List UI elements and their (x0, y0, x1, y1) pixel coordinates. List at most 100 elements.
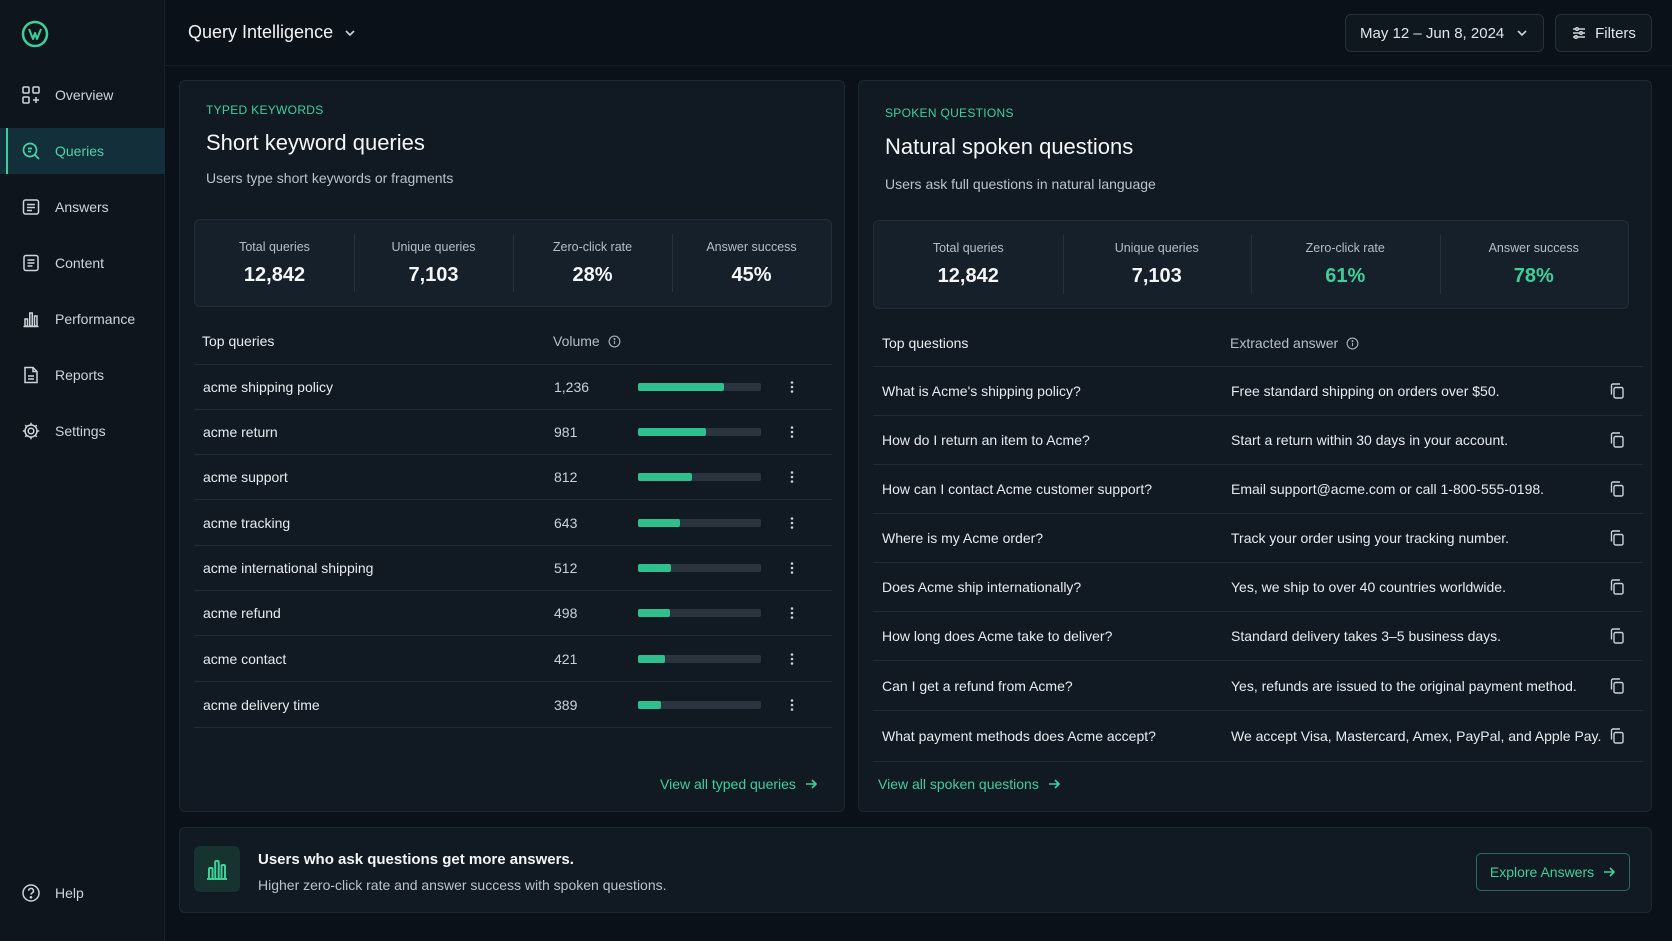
stat-value: 78% (1513, 265, 1554, 287)
view-all-spoken-label: View all spoken questions (878, 776, 1039, 792)
copy-icon[interactable] (1608, 431, 1626, 449)
stat-value: 45% (731, 264, 772, 286)
volume-bar-fill (638, 473, 693, 481)
query-text: acme contact (203, 650, 287, 667)
sidebar-item-settings[interactable]: Settings (0, 408, 165, 454)
page-title: Query Intelligence (188, 22, 334, 42)
stat-value: 12,842 (937, 265, 999, 287)
query-text: acme refund (203, 605, 281, 621)
stat-label: Answer success (1488, 241, 1579, 255)
sidebar-item-reports[interactable]: Reports (0, 352, 165, 398)
query-text: acme delivery time (203, 696, 320, 713)
question-text: Where is my Acme order? (882, 530, 1044, 546)
more-options-icon[interactable] (784, 379, 800, 395)
volume-bar (638, 473, 761, 481)
sidebar-item-content[interactable]: Content (0, 240, 165, 286)
query-volume: 643 (554, 514, 578, 531)
typed-queries-table: acme shipping policy 1,236 acme return 981 a… (194, 364, 832, 728)
table-row[interactable]: acme shipping policy 1,236 (194, 365, 832, 410)
more-options-icon[interactable] (784, 515, 800, 531)
view-all-typed-link[interactable]: View all typed queries (660, 776, 818, 792)
view-all-spoken-link[interactable]: View all spoken questions (878, 776, 1061, 792)
spoken-stats: Total queries 12,842 Unique queries 7,10… (873, 220, 1629, 309)
date-range-picker[interactable]: May 12 – Jun 8, 2024 (1345, 14, 1544, 52)
table-row[interactable]: acme refund 498 (194, 591, 832, 636)
table-row[interactable]: acme tracking 643 (194, 500, 832, 546)
query-text: acme return (203, 424, 278, 440)
stat-value: 12,842 (243, 264, 306, 286)
col-extracted-answer-label: Extracted answer (1230, 335, 1339, 351)
table-row[interactable]: acme support 812 (194, 455, 832, 500)
bar-chart-icon (207, 860, 227, 880)
explore-answers-label: Explore Answers (1489, 864, 1595, 880)
stat-value: 7,103 (1131, 265, 1182, 287)
volume-bar (638, 564, 761, 572)
sidebar-item-overview[interactable]: Overview (0, 72, 165, 118)
table-row[interactable]: acme contact 421 (194, 636, 832, 682)
sidebar-item-label: Queries (55, 143, 105, 159)
more-options-icon[interactable] (784, 469, 800, 485)
date-range-label: May 12 – Jun 8, 2024 (1360, 24, 1505, 42)
spoken-table-header: Top questions Extracted answer (873, 331, 1643, 355)
sidebar-item-answers[interactable]: Answers (0, 184, 165, 230)
table-row[interactable]: What payment methods does Acme accept? We… (873, 711, 1643, 762)
page-title-dropdown[interactable]: Query Intelligence (188, 22, 357, 43)
filters-button[interactable]: Filters (1555, 14, 1652, 52)
explore-answers-button[interactable]: Explore Answers (1476, 853, 1630, 891)
more-options-icon[interactable] (784, 605, 800, 621)
query-volume: 389 (554, 696, 578, 713)
typed-stats: Total queries 12,842 Unique queries 7,10… (194, 219, 832, 307)
table-row[interactable]: How do I return an item to Acme? Start a … (873, 416, 1643, 465)
table-row[interactable]: What is Acme's shipping policy? Free stan… (873, 367, 1643, 416)
table-row[interactable]: acme return 981 (194, 410, 832, 455)
sidebar-item-help[interactable]: Help (0, 870, 165, 916)
copy-icon[interactable] (1608, 529, 1626, 547)
copy-icon[interactable] (1608, 382, 1626, 400)
sidebar-item-performance[interactable]: Performance (0, 296, 165, 342)
copy-icon[interactable] (1608, 480, 1626, 498)
query-text: acme international shipping (203, 560, 374, 576)
table-row[interactable]: acme international shipping 512 (194, 546, 832, 591)
more-options-icon[interactable] (784, 560, 800, 576)
logo-icon[interactable] (20, 19, 50, 49)
volume-bar-fill (638, 654, 666, 663)
copy-icon[interactable] (1608, 727, 1626, 745)
spoken-questions-table: What is Acme's shipping policy? Free stan… (873, 366, 1643, 762)
more-options-icon[interactable] (784, 651, 800, 667)
performance-icon (23, 312, 39, 328)
sidebar-item-label: Reports (55, 367, 105, 383)
question-text: How do I return an item to Acme? (882, 432, 1090, 448)
answer-text: Yes, refunds are issued to the original … (1231, 677, 1577, 694)
table-row[interactable]: How can I contact Acme customer support?… (873, 465, 1643, 514)
more-options-icon[interactable] (784, 697, 800, 713)
info-icon[interactable] (1346, 337, 1359, 350)
stat-label: Unique queries (391, 240, 476, 254)
table-row[interactable]: Does Acme ship internationally? Yes, we s… (873, 563, 1643, 612)
question-text: Does Acme ship internationally? (882, 579, 1082, 595)
query-text: acme support (203, 469, 288, 485)
table-row[interactable]: Can I get a refund from Acme? Yes, refund… (873, 661, 1643, 711)
answer-text: We accept Visa, Mastercard, Amex, PayPal… (1231, 728, 1602, 744)
queries-icon (22, 142, 40, 160)
arrow-right-icon (1048, 779, 1060, 789)
sidebar-item-queries[interactable]: Queries (0, 128, 165, 174)
stat-zero-click-rate: Zero-click rate 28% (513, 220, 672, 306)
spoken-questions-card: SPOKEN QUESTIONS Natural spoken question… (858, 80, 1652, 812)
typed-table-header: Top queries Volume (194, 329, 832, 353)
stat-unique-queries: Unique queries 7,103 (1062, 221, 1252, 308)
volume-bar-fill (638, 383, 725, 391)
answer-text: Free standard shipping on orders over $5… (1231, 383, 1500, 399)
volume-bar (638, 428, 761, 436)
table-row[interactable]: acme delivery time 389 (194, 682, 832, 728)
copy-icon[interactable] (1608, 578, 1626, 596)
volume-bar-fill (638, 609, 670, 617)
copy-icon[interactable] (1608, 677, 1626, 695)
table-row[interactable]: Where is my Acme order? Track your order … (873, 514, 1643, 563)
content-icon (23, 254, 39, 272)
more-options-icon[interactable] (784, 424, 800, 440)
table-row[interactable]: How long does Acme take to deliver? Stand… (873, 612, 1643, 661)
info-icon[interactable] (608, 335, 621, 348)
stat-label: Zero-click rate (1305, 241, 1385, 255)
query-volume: 421 (554, 650, 578, 667)
copy-icon[interactable] (1608, 627, 1626, 645)
